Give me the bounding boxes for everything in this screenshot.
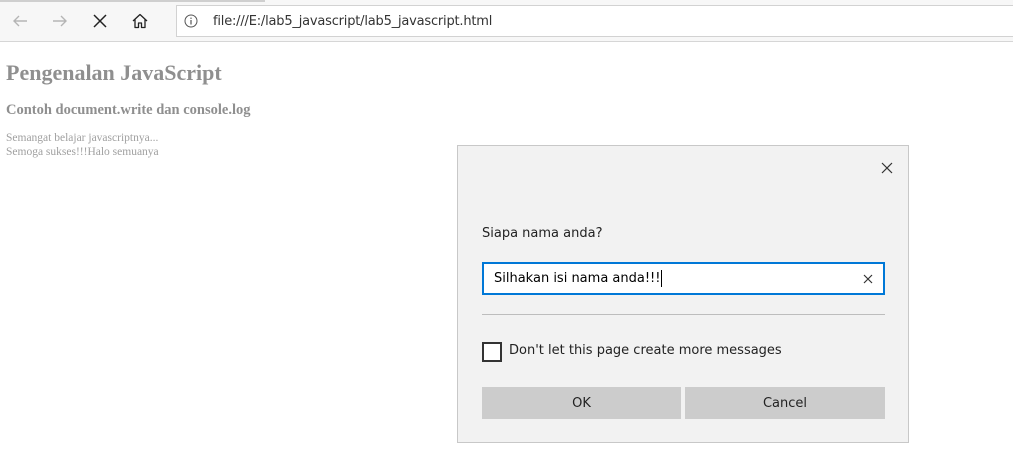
clear-icon — [863, 274, 873, 284]
close-icon — [93, 14, 107, 28]
prompt-dialog: Siapa nama anda? Silhakan isi nama anda!… — [457, 145, 909, 443]
page-text-line: Semangat belajar javascriptnya... — [6, 132, 159, 144]
browser-toolbar: file:///E:/lab5_javascript/lab5_javascri… — [0, 0, 1013, 42]
prompt-input-value[interactable]: Silhakan isi nama anda!!! — [494, 271, 660, 286]
arrow-left-icon — [13, 15, 27, 27]
home-icon — [132, 13, 148, 29]
dialog-close-button[interactable] — [876, 157, 898, 179]
page-text-line: Semoga sukses!!!Halo semuanya — [6, 146, 159, 158]
address-url[interactable]: file:///E:/lab5_javascript/lab5_javascri… — [213, 14, 492, 29]
dialog-message: Siapa nama anda? — [482, 226, 603, 241]
close-icon — [881, 162, 893, 174]
home-button[interactable] — [125, 6, 155, 36]
dialog-divider — [482, 314, 885, 315]
text-caret — [661, 270, 662, 287]
ok-button[interactable]: OK — [482, 387, 681, 419]
suppress-messages-checkbox[interactable] — [482, 342, 502, 362]
cancel-button[interactable]: Cancel — [685, 387, 885, 419]
page-heading: Pengenalan JavaScript — [6, 60, 222, 85]
back-button[interactable] — [5, 6, 35, 36]
address-bar[interactable]: file:///E:/lab5_javascript/lab5_javascri… — [176, 5, 1013, 37]
prompt-input[interactable]: Silhakan isi nama anda!!! — [482, 262, 885, 295]
page-subheading: Contoh document.write dan console.log — [6, 102, 251, 118]
stop-loading-button[interactable] — [85, 6, 115, 36]
tab-strip-edge — [0, 0, 265, 2]
forward-button[interactable] — [45, 6, 75, 36]
arrow-right-icon — [53, 15, 67, 27]
clear-input-button[interactable] — [859, 270, 877, 288]
suppress-messages-label[interactable]: Don't let this page create more messages — [509, 343, 782, 358]
info-icon[interactable] — [184, 14, 198, 28]
